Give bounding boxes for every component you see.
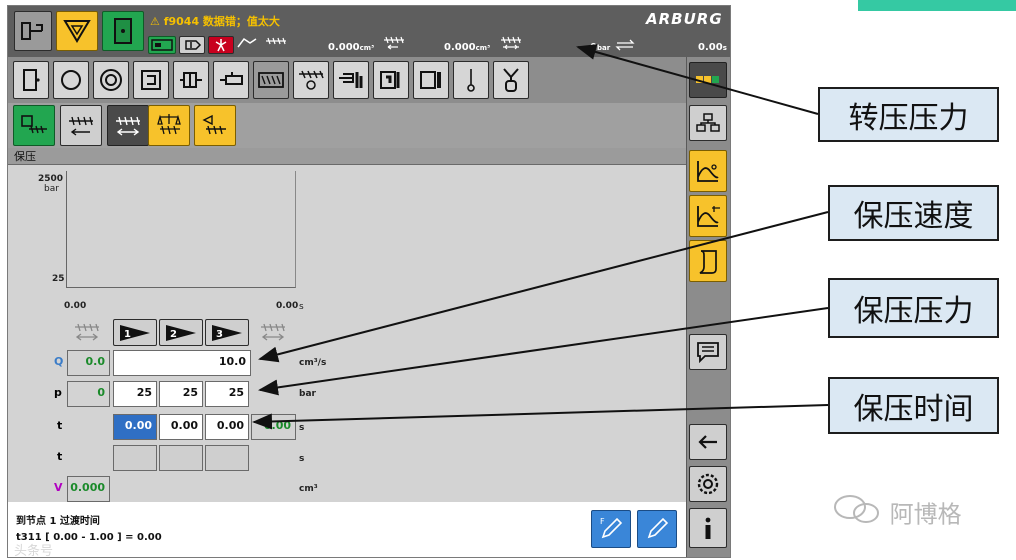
watermark-right: 阿博格 — [832, 494, 962, 530]
arrow-holding-pressure — [258, 307, 829, 396]
arrow-switchover-pressure — [576, 44, 819, 115]
wechat-icon — [832, 494, 882, 530]
watermark-left: 头条号 — [14, 540, 53, 559]
watermark-right-text: 阿博格 — [889, 500, 962, 529]
callout-arrows — [252, 44, 829, 430]
arrow-holding-time — [252, 404, 829, 430]
arrow-holding-speed — [258, 211, 829, 363]
watermark-left-text: 头条号 — [14, 544, 54, 559]
